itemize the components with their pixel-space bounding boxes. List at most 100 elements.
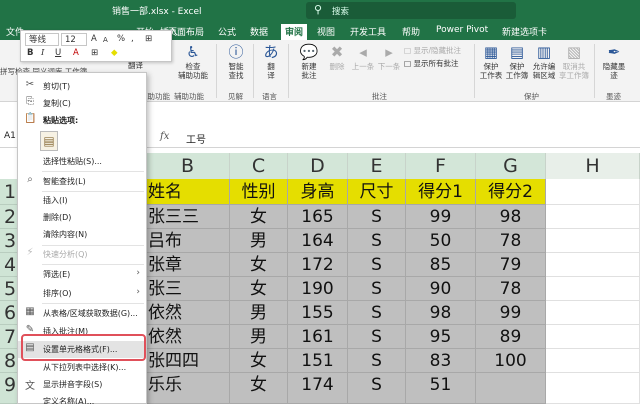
new-comment-button[interactable]: 💬 新建 批注 [294, 44, 324, 80]
format-painter-button[interactable]: ⊞ [145, 33, 152, 46]
fill-color-icon[interactable]: ◆ [111, 47, 118, 60]
show-all-comments-button[interactable]: □ 显示所有批注 [404, 58, 458, 69]
table-cell[interactable]: 164 [288, 229, 348, 253]
table-cell[interactable]: S [348, 229, 406, 253]
table-header-cell[interactable]: 尺寸 [348, 179, 406, 205]
font-name-box[interactable]: 等线 [25, 33, 59, 46]
table-cell[interactable]: S [348, 349, 406, 373]
grow-font-button[interactable]: A [91, 33, 97, 46]
table-cell[interactable]: 151 [288, 349, 348, 373]
tab-new[interactable]: 新建选项卡 [502, 25, 547, 38]
menu-item-get-data[interactable]: ▦ 从表格/区域获取数据(G)... [18, 305, 146, 322]
table-cell[interactable]: S [348, 325, 406, 349]
table-cell[interactable]: 89 [476, 325, 546, 349]
table-cell[interactable]: 83 [406, 349, 476, 373]
table-cell[interactable]: 95 [406, 325, 476, 349]
table-cell[interactable]: S [348, 277, 406, 301]
table-cell[interactable]: 78 [476, 229, 546, 253]
menu-item-filter[interactable]: 筛选(E) › [18, 266, 146, 283]
table-cell[interactable]: 99 [406, 205, 476, 229]
column-header-e[interactable]: E [348, 153, 406, 179]
menu-item-smart-lookup[interactable]: ⌕ 智能查找(L) [18, 173, 146, 190]
table-cell[interactable]: 100 [476, 349, 546, 373]
table-cell[interactable]: 女 [230, 373, 288, 404]
column-header-f[interactable]: F [406, 153, 476, 179]
table-cell[interactable]: S [348, 301, 406, 325]
table-cell[interactable]: 张四四 [146, 349, 230, 373]
column-header-d[interactable]: D [288, 153, 348, 179]
table-cell[interactable]: 99 [476, 301, 546, 325]
shrink-font-button[interactable]: A [103, 34, 108, 47]
empty-cell[interactable] [546, 229, 640, 253]
table-cell[interactable]: 吕布 [146, 229, 230, 253]
menu-item-define-name[interactable]: 定义名称(A)... [18, 393, 146, 404]
table-cell[interactable]: 乐乐 [146, 373, 230, 404]
column-header-g[interactable]: G [476, 153, 546, 179]
show-hide-comment-button[interactable]: □ 显示/隐藏批注 [404, 45, 461, 56]
tab-formulas[interactable]: 公式 [218, 25, 236, 38]
table-cell[interactable]: 女 [230, 253, 288, 277]
menu-item-phonetic[interactable]: 文 显示拼音字段(S) [18, 376, 146, 393]
protect-sheet-button[interactable]: ▦ 保护 工作表 [478, 44, 504, 80]
table-cell[interactable]: 50 [406, 229, 476, 253]
table-cell[interactable]: 张章 [146, 253, 230, 277]
tab-review[interactable]: 审阅 [281, 24, 308, 40]
table-cell[interactable]: 90 [406, 277, 476, 301]
table-cell[interactable]: 依然 [146, 325, 230, 349]
tab-power-pivot[interactable]: Power Pivot [436, 25, 488, 35]
allow-edit-ranges-button[interactable]: ▥ 允许编 辑区域 [530, 44, 558, 80]
menu-item-sort[interactable]: 排序(O) › [18, 285, 146, 302]
tab-view[interactable]: 视图 [317, 25, 335, 38]
comma-button[interactable]: , [131, 33, 134, 46]
table-cell[interactable]: 男 [230, 301, 288, 325]
column-header-h[interactable]: H [546, 153, 640, 179]
table-header-cell[interactable]: 性别 [230, 179, 288, 205]
table-cell[interactable]: 98 [476, 205, 546, 229]
next-comment-button[interactable]: ▸ 下一条 [376, 44, 402, 71]
table-cell[interactable]: 165 [288, 205, 348, 229]
border-icon[interactable]: ⊞ [91, 47, 98, 60]
empty-cell[interactable] [546, 277, 640, 301]
menu-item-paste-special[interactable]: 选择性粘贴(S)... [18, 153, 146, 170]
smart-lookup-button[interactable]: ⓘ 智能 查找 [222, 44, 250, 80]
empty-cell[interactable] [546, 325, 640, 349]
delete-comment-button[interactable]: ✖ 删除 [326, 44, 348, 71]
tab-help[interactable]: 帮助 [402, 25, 420, 38]
table-cell[interactable]: 78 [476, 277, 546, 301]
empty-cell[interactable] [546, 349, 640, 373]
column-header-c[interactable]: C [230, 153, 288, 179]
empty-cell[interactable] [546, 301, 640, 325]
table-cell[interactable]: 女 [230, 349, 288, 373]
formula-value[interactable]: 工号 [186, 131, 206, 146]
column-header-b[interactable]: B [146, 153, 230, 179]
table-header-cell[interactable]: 姓名 [146, 179, 230, 205]
menu-item-pick-from-list[interactable]: 从下拉列表中选择(K)... [18, 359, 146, 376]
empty-cell[interactable] [546, 253, 640, 277]
hide-ink-button[interactable]: ✒ 隐藏墨 迹 [598, 44, 630, 80]
font-color-button[interactable]: A [73, 47, 79, 60]
table-cell[interactable]: 85 [406, 253, 476, 277]
table-cell[interactable]: 女 [230, 277, 288, 301]
menu-item-cut[interactable]: ✂ 剪切(T) [18, 78, 146, 95]
table-cell[interactable]: 男 [230, 325, 288, 349]
table-cell[interactable]: 女 [230, 205, 288, 229]
tab-developer[interactable]: 开发工具 [350, 25, 386, 38]
paste-option-icon[interactable]: ▤ [40, 131, 58, 151]
check-accessibility-button[interactable]: ♿ 检查 辅助功能 [172, 44, 214, 80]
table-cell[interactable]: 161 [288, 325, 348, 349]
empty-cell[interactable] [546, 373, 640, 404]
bold-button[interactable]: B [27, 47, 33, 60]
table-header-cell[interactable]: 得分1 [406, 179, 476, 205]
table-cell[interactable]: 51 [406, 373, 476, 404]
table-cell[interactable]: S [348, 205, 406, 229]
tab-data[interactable]: 数据 [250, 25, 268, 38]
table-cell[interactable]: S [348, 373, 406, 404]
menu-item-clear-contents[interactable]: 清除内容(N) [18, 226, 146, 243]
table-cell[interactable]: 172 [288, 253, 348, 277]
table-cell[interactable]: 174 [288, 373, 348, 404]
translate-button[interactable]: あ 翻 译 [258, 44, 284, 80]
table-cell[interactable]: 依然 [146, 301, 230, 325]
currency-button[interactable]: % [117, 33, 125, 46]
table-cell[interactable] [476, 373, 546, 404]
table-header-cell[interactable]: 身高 [288, 179, 348, 205]
